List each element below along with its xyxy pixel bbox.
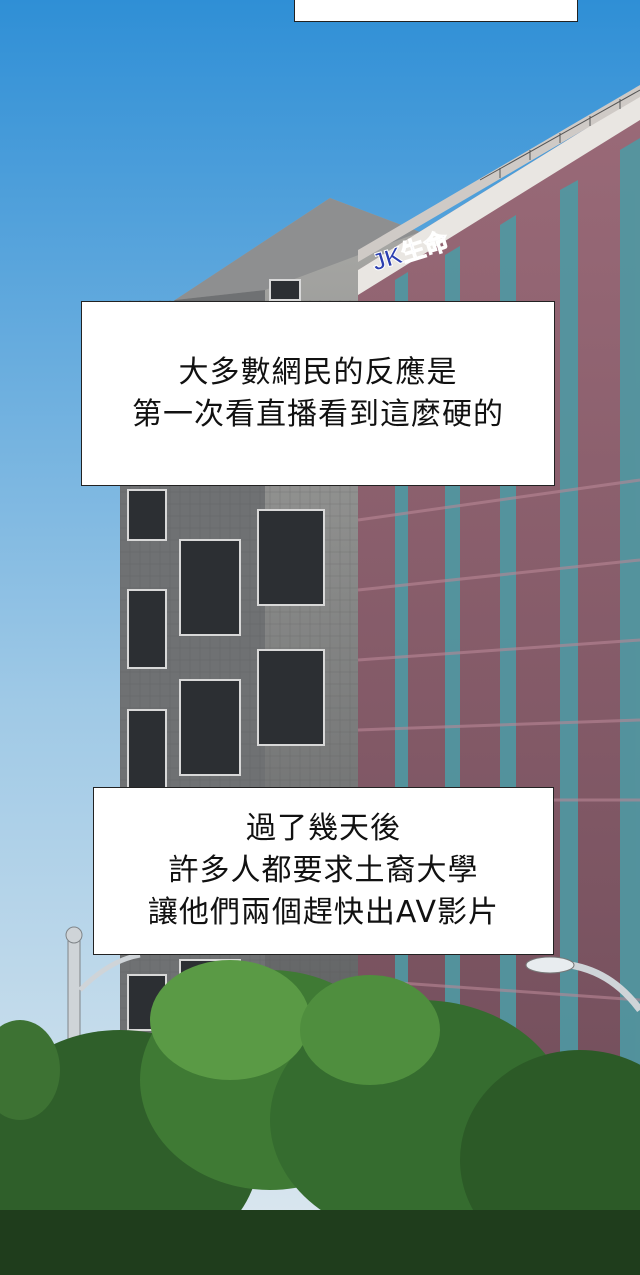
caption-box-1: 大多數網民的反應是 第一次看直播看到這麼硬的 [81, 301, 555, 486]
comic-panel: JK生命 大多數網民的反應是 第一次看直播看到這麼硬的 過了幾天後 許多人都要求… [0, 0, 640, 1275]
city-building-scene [0, 0, 640, 1275]
caption-2-line-3: 讓他們兩個趕快出AV影片 [147, 895, 500, 930]
caption-1-line-1: 大多數網民的反應是 [178, 354, 458, 390]
caption-box-2: 過了幾天後 許多人都要求土裔大學 讓他們兩個趕快出AV影片 [93, 787, 554, 955]
caption-box-top [294, 0, 578, 22]
caption-2-line-2: 許多人都要求土裔大學 [168, 853, 479, 888]
caption-1-line-2: 第一次看直播看到這麼硬的 [132, 396, 504, 432]
caption-2-line-1: 過了幾天後 [246, 811, 401, 846]
